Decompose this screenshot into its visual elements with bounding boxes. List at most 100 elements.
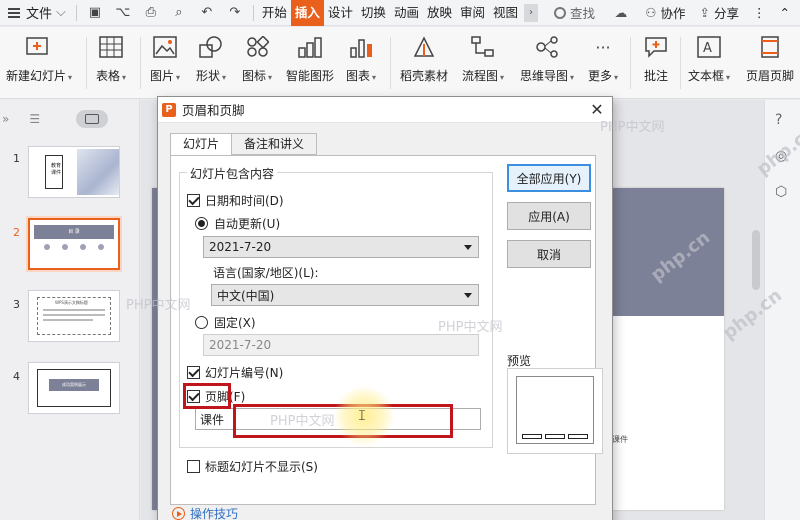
more-tabs-chevron-icon[interactable]: › xyxy=(524,3,538,22)
collapse-ribbon-button[interactable]: ⌃ xyxy=(780,5,790,20)
thumb-number: 4 xyxy=(13,370,20,383)
format-painter-icon[interactable]: ⌥ xyxy=(114,4,132,22)
fixed-radio[interactable]: 固定(X) xyxy=(195,314,256,331)
thumbnail-view-icon xyxy=(85,114,100,124)
redo-icon[interactable]: ↷ xyxy=(226,4,244,22)
search-button[interactable]: 查找 xyxy=(554,3,595,22)
language-select[interactable]: 中文(中国) xyxy=(211,284,479,306)
smartart-button[interactable]: 智能图形 xyxy=(286,33,334,84)
apply-all-button[interactable]: 全部应用(Y) xyxy=(507,164,591,192)
more-button[interactable]: ··· 更多 ▾ xyxy=(588,33,618,84)
hide-on-title-label: 标题幻灯片不显示(S) xyxy=(205,460,318,474)
auto-update-radio[interactable]: 自动更新(U) xyxy=(195,215,280,232)
divider xyxy=(630,37,631,89)
tab-view[interactable]: 视图 xyxy=(489,0,522,26)
tab-insert[interactable]: 插入 xyxy=(290,0,324,26)
divider xyxy=(75,4,77,21)
slide-thumbnail-2[interactable]: 目 录 xyxy=(26,216,122,272)
docer-icon xyxy=(410,33,438,61)
tab-notes-handouts[interactable]: 备注和讲义 xyxy=(231,133,318,155)
tab-transitions[interactable]: 切换 xyxy=(357,0,390,26)
cloud-sync-button[interactable]: ☁ xyxy=(615,5,632,20)
footer-value: 课件 xyxy=(200,412,225,427)
cancel-button[interactable]: 取消 xyxy=(507,240,591,268)
icon-library-icon xyxy=(243,33,271,61)
chevron-up-icon: ⌃ xyxy=(779,5,790,20)
docer-material-button[interactable]: 稻壳素材 xyxy=(400,33,448,84)
language-value: 中文(中国) xyxy=(217,288,275,303)
cloud-icon: ☁ xyxy=(614,5,628,20)
checkbox-box xyxy=(187,390,200,403)
slide-thumbnail-1[interactable]: 教育课件 xyxy=(28,146,120,198)
close-button[interactable]: ✕ xyxy=(582,97,612,123)
print-icon[interactable]: ⎙ xyxy=(142,4,160,22)
divider xyxy=(86,37,87,89)
checkbox-box xyxy=(187,460,200,473)
radio-dot xyxy=(195,316,208,329)
outline-view-icon[interactable]: ☰ xyxy=(29,112,40,126)
date-time-checkbox[interactable]: 日期和时间(D) xyxy=(187,192,284,209)
flowchart-button[interactable]: 流程图 ▾ xyxy=(462,33,504,84)
textbox-button[interactable]: A 文本框 ▾ xyxy=(688,33,730,84)
shape-label: 形状 xyxy=(196,69,221,83)
collab-button[interactable]: ⚇ 协作 xyxy=(645,3,685,22)
print-preview-icon[interactable]: ⌕ xyxy=(170,4,188,22)
picture-button[interactable]: 图片 ▾ xyxy=(150,33,180,84)
icon-button[interactable]: 图标 ▾ xyxy=(242,33,272,84)
thumbnail-view-toggle[interactable] xyxy=(76,110,109,128)
checkbox-box xyxy=(187,366,200,379)
radio-dot xyxy=(195,217,208,230)
share-button[interactable]: ⇪ 分享 xyxy=(700,3,740,22)
picture-icon xyxy=(151,33,179,61)
undo-icon[interactable]: ↶ xyxy=(198,4,216,22)
chart-button[interactable]: 图表 ▾ xyxy=(346,33,376,84)
tab-home[interactable]: 开始 xyxy=(258,0,291,26)
language-label: 语言(国家/地区)(L): xyxy=(213,266,319,280)
slide-thumbnail-4[interactable]: 成功案例展示 xyxy=(28,362,120,414)
fixed-date-input: 2021-7-20 xyxy=(203,334,479,356)
vertical-scrollbar[interactable] xyxy=(752,230,760,290)
preview-pane xyxy=(507,368,603,454)
tab-animations[interactable]: 动画 xyxy=(390,0,423,26)
tab-design[interactable]: 设计 xyxy=(324,0,357,26)
more-options-button[interactable]: ⋮ xyxy=(753,5,766,20)
mindmap-button[interactable]: 思维导图 ▾ xyxy=(520,33,574,84)
footer-checkbox[interactable]: 页脚(F) xyxy=(187,388,245,405)
collapse-pane-icon[interactable]: » xyxy=(2,112,9,126)
tab-slide[interactable]: 幻灯片 xyxy=(170,133,233,156)
smartart-label: 智能图形 xyxy=(286,69,335,83)
apply-button[interactable]: 应用(A) xyxy=(507,202,591,230)
cube-icon[interactable]: ⬡ xyxy=(775,184,787,200)
footer-text-input[interactable]: 课件 xyxy=(195,408,481,430)
header-footer-icon xyxy=(756,33,784,61)
number-placeholder xyxy=(568,434,588,439)
new-slide-button[interactable]: 新建幻灯片 ▾ xyxy=(6,33,72,84)
header-footer-button[interactable]: 页眉页脚 xyxy=(746,33,794,84)
slide-thumbnail-3[interactable]: WPS演示文稿标题 xyxy=(28,290,120,342)
divider xyxy=(140,37,141,89)
thumb-title: 目 录 xyxy=(34,225,114,239)
table-button[interactable]: 表格 ▾ xyxy=(96,33,126,84)
hide-on-title-slide-checkbox[interactable]: 标题幻灯片不显示(S) xyxy=(187,458,318,475)
slide-footer-text: 课件 xyxy=(612,435,628,444)
more-icon: ⋮ xyxy=(753,5,766,20)
tab-slideshow[interactable]: 放映 xyxy=(423,0,456,26)
date-time-label: 日期和时间(D) xyxy=(205,194,284,208)
save-icon[interactable]: ▣ xyxy=(86,4,104,22)
auto-date-format-select[interactable]: 2021-7-20 xyxy=(203,236,479,258)
slide-thumbnails-pane: » ☰ 1 教育课件 2 目 录 3 WPS演示文稿标题 4 成功案例展示 xyxy=(0,100,140,520)
file-menu[interactable]: 文件 ⌵ xyxy=(0,0,72,26)
shape-button[interactable]: 形状 ▾ xyxy=(196,33,226,84)
share-label: 分享 xyxy=(714,6,740,21)
tips-link[interactable]: 操作技巧 xyxy=(172,505,238,520)
textbox-label: 文本框 xyxy=(688,69,725,83)
chart-label: 图表 xyxy=(346,69,371,83)
comment-button[interactable]: 批注 xyxy=(642,33,670,84)
help-icon[interactable]: ? xyxy=(775,112,782,128)
chevron-down-icon: ⌵ xyxy=(56,5,66,20)
search-icon xyxy=(554,6,566,19)
style-icon[interactable]: ◎ xyxy=(775,148,787,164)
tab-review[interactable]: 审阅 xyxy=(456,0,489,26)
wps-presentation-logo-icon: P xyxy=(162,102,176,117)
slide-number-checkbox[interactable]: 幻灯片编号(N) xyxy=(187,364,283,381)
